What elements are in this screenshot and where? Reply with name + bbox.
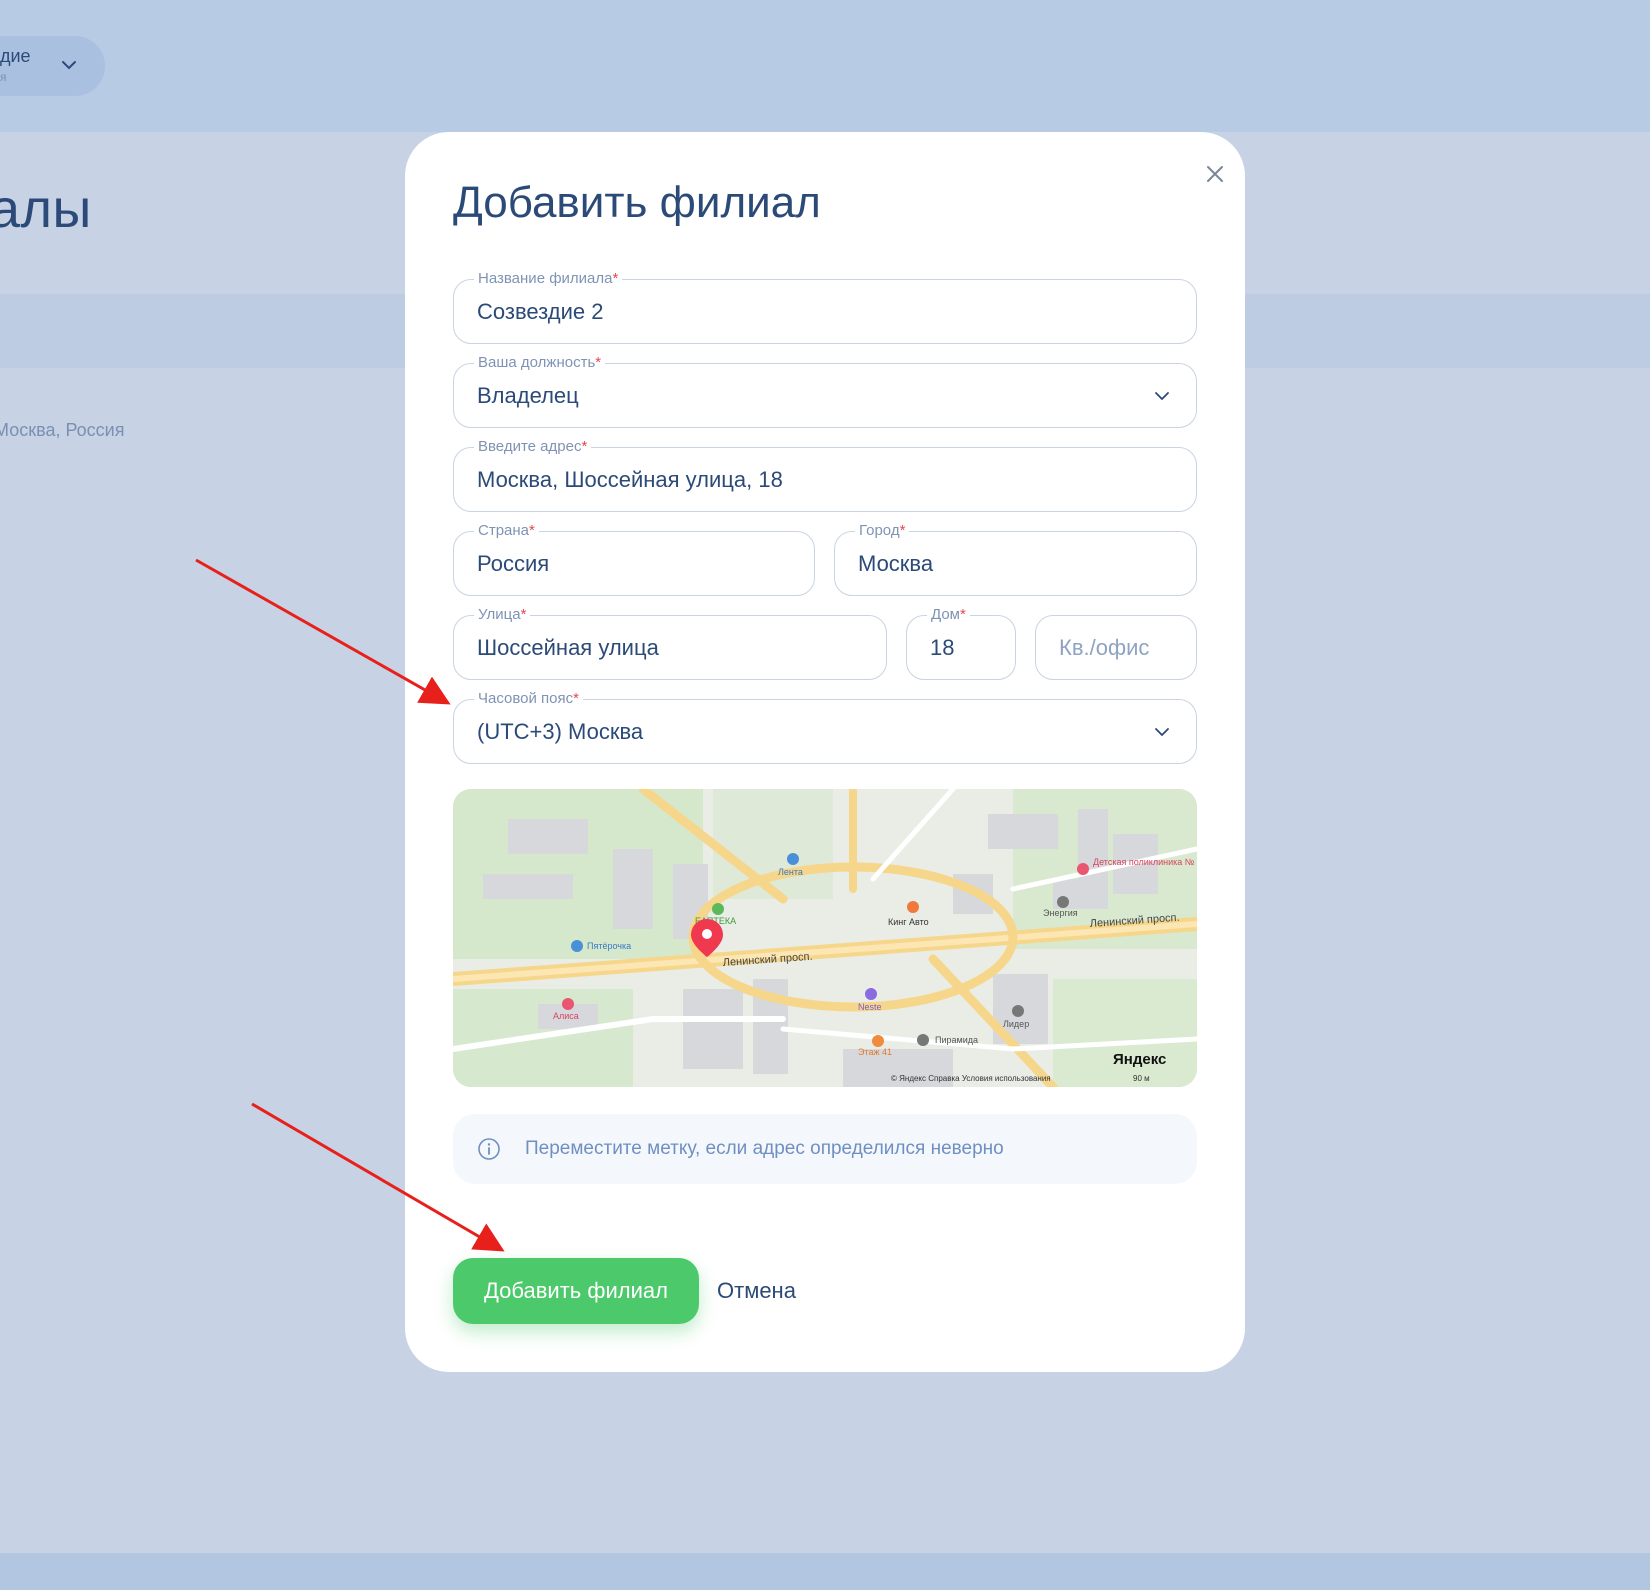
field-label: Страна* <box>474 521 539 541</box>
position-select[interactable]: Ваша должность* Владелец <box>453 353 1197 428</box>
add-branch-button[interactable]: Добавить филиал <box>453 1258 699 1324</box>
poi-label: Кинг Авто <box>888 917 929 927</box>
address-value: Москва, Шоссейная улица, 18 <box>477 467 783 492</box>
hospital-icon <box>1077 863 1089 875</box>
poi-label: Пятёрочка <box>587 941 631 951</box>
shop-icon <box>1057 896 1069 908</box>
shop-icon <box>917 1034 929 1046</box>
branch-switcher-name: дие <box>0 46 31 66</box>
apartment-field[interactable]: Кв./офис <box>1035 615 1197 680</box>
poi-label: Детская поликлиника № 35 <box>1093 857 1197 867</box>
location-map[interactable]: Ленинский просп. Ленинский просп. Лента … <box>453 789 1197 1087</box>
chevron-down-icon <box>62 61 76 70</box>
map-scale: 90 м <box>1133 1074 1150 1083</box>
branch-name-value: Созвездие 2 <box>477 299 604 324</box>
page-title: алы <box>0 179 92 239</box>
timezone-select[interactable]: Часовой пояс* (UTC+3) Москва <box>453 689 1197 764</box>
branch-switcher-subtitle: я <box>0 70 7 84</box>
beauty-icon <box>562 998 574 1010</box>
hint-text: Переместите метку, если адрес определилс… <box>525 1138 1004 1159</box>
field-label: Улица* <box>474 605 531 625</box>
shop-icon <box>1012 1005 1024 1017</box>
close-icon[interactable] <box>1197 156 1233 192</box>
house-field[interactable]: Дом* 18 <box>906 605 1016 680</box>
hint-box: Переместите метку, если адрес определилс… <box>453 1114 1197 1184</box>
fuel-icon <box>865 988 877 1000</box>
poi-label: Лента <box>778 867 803 877</box>
shop-icon <box>571 940 583 952</box>
food-icon <box>872 1035 884 1047</box>
branch-address: Москва, Россия <box>0 420 125 440</box>
info-icon <box>478 1138 500 1160</box>
poi-label: Энергия <box>1043 908 1078 918</box>
field-label: Введите адрес* <box>474 437 592 457</box>
field-label: Город* <box>855 521 910 541</box>
field-label: Ваша должность* <box>474 353 606 373</box>
street-field[interactable]: Улица* Шоссейная улица <box>453 605 887 680</box>
poi-label: Алиса <box>553 1011 579 1021</box>
poi-label: Пирамида <box>935 1035 978 1045</box>
timezone-value: (UTC+3) Москва <box>477 719 644 744</box>
chevron-down-icon <box>1155 392 1169 401</box>
city-field[interactable]: Город* Москва <box>834 521 1197 596</box>
city-value: Москва <box>858 551 934 576</box>
field-label: Название филиала* <box>474 269 623 289</box>
add-branch-modal: Добавить филиал Название филиала* Созвез… <box>405 132 1245 1372</box>
map-canvas[interactable]: Ленинский просп. Ленинский просп. Лента … <box>453 789 1197 1087</box>
country-field[interactable]: Страна* Россия <box>453 521 815 596</box>
branch-name-field[interactable]: Название филиала* Созвездие 2 <box>453 269 1197 344</box>
field-label: Часовой пояс* <box>474 689 583 709</box>
map-footer: © Яндекс Справка Условия использования <box>891 1074 1051 1083</box>
house-value: 18 <box>930 635 955 660</box>
street-value: Шоссейная улица <box>477 635 659 660</box>
shop-icon <box>787 853 799 865</box>
poi-label: Этаж 41 <box>858 1047 892 1057</box>
food-icon <box>907 901 919 913</box>
apartment-placeholder: Кв./офис <box>1059 635 1150 660</box>
branch-switcher[interactable]: дие я <box>0 36 105 96</box>
chevron-down-icon <box>1155 728 1169 737</box>
cancel-button[interactable]: Отмена <box>717 1258 796 1324</box>
field-label: Дом* <box>927 605 970 625</box>
page-footer <box>0 1553 1650 1590</box>
address-field[interactable]: Введите адрес* Москва, Шоссейная улица, … <box>453 437 1197 512</box>
poi-label: Neste <box>858 1002 882 1012</box>
yandex-logo: Яндекс <box>1113 1051 1166 1068</box>
pharmacy-icon <box>712 903 724 915</box>
poi-label: Лидер <box>1003 1019 1029 1029</box>
position-value: Владелец <box>477 383 579 408</box>
country-value: Россия <box>477 551 550 576</box>
modal-title: Добавить филиал <box>453 178 821 227</box>
page-header: дие я <box>0 0 1650 132</box>
